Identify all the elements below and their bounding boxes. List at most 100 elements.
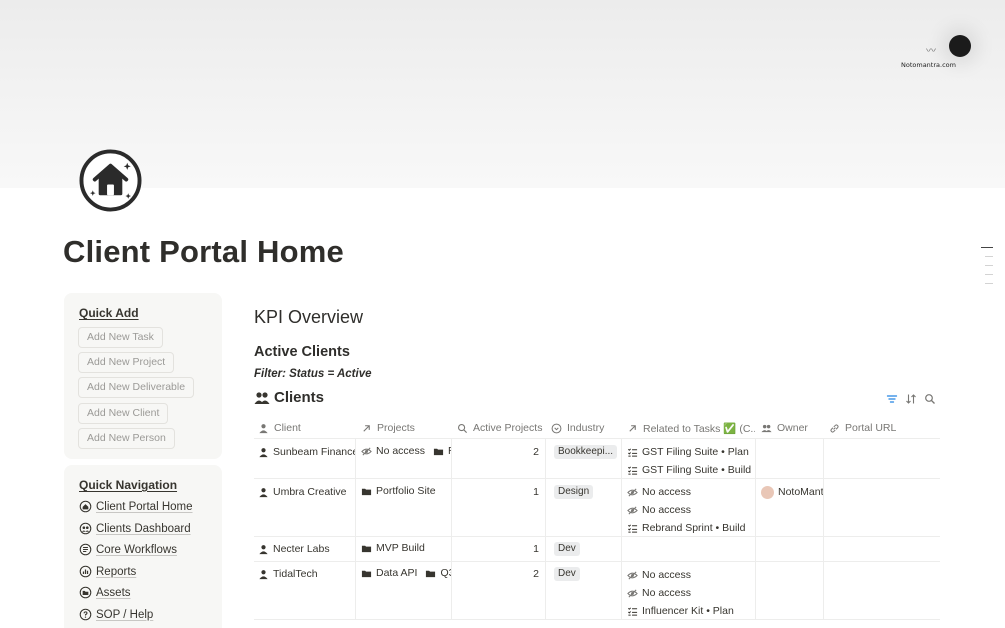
house-icon[interactable]	[79, 149, 142, 212]
quick-add-heading: Quick Add	[79, 306, 139, 320]
logo-dot	[949, 35, 971, 57]
cell-portal-url[interactable]	[823, 562, 940, 619]
filter-note: Filter: Status = Active	[254, 368, 372, 380]
column-header-projects[interactable]: Projects	[361, 417, 455, 439]
cell-active-projects: 1	[533, 543, 539, 555]
eye-slash-icon	[627, 487, 638, 497]
table-row[interactable]: Necter Labs MVP Build 1 Dev	[254, 537, 940, 562]
cell-related-tasks[interactable]: GST Filing Suite • Plan GST Filing Suite…	[627, 439, 755, 478]
folder-icon	[361, 570, 372, 577]
cell-owner[interactable]	[755, 439, 823, 478]
nav-label: Client Portal Home	[96, 500, 193, 513]
nav-client-portal-home[interactable]: Client Portal Home	[79, 498, 193, 515]
cell-owner[interactable]	[755, 562, 823, 619]
cell-client[interactable]: Sunbeam Finance	[258, 439, 355, 478]
kpi-overview-heading: KPI Overview	[254, 307, 364, 327]
person-icon	[259, 544, 268, 554]
cell-projects[interactable]: Portfolio Site	[361, 479, 451, 536]
quick-navigation-heading: Quick Navigation	[79, 478, 178, 492]
nav-clients-dashboard[interactable]: Clients Dashboard	[79, 520, 191, 537]
database-title-label: Clients	[274, 389, 325, 406]
industry-tag: Dev	[554, 567, 580, 581]
column-header-portal-url[interactable]: Portal URL	[829, 417, 937, 439]
brand-logo: 〰 Notomantra.com	[898, 30, 978, 72]
page-title: Client Portal Home	[63, 234, 344, 269]
cell-owner[interactable]	[755, 537, 823, 561]
cell-industry[interactable]: Design	[554, 479, 620, 536]
checklist-icon	[628, 447, 638, 457]
clients-table: Client Projects Active Projects Industry…	[254, 417, 940, 620]
quick-add-panel: Quick Add Add New Task Add New Project A…	[64, 293, 222, 459]
arrow-up-right-icon	[629, 424, 636, 432]
cell-related-tasks[interactable]	[627, 537, 755, 561]
arrow-up-right-icon	[363, 424, 370, 432]
person-icon	[259, 487, 268, 497]
eye-slash-icon	[627, 505, 638, 515]
cell-client[interactable]: Necter Labs	[258, 537, 355, 561]
industry-tag: Design	[554, 485, 594, 499]
table-row[interactable]: TidalTech Data API Q3 2 Dev No access No…	[254, 562, 940, 620]
person-icon	[259, 423, 268, 433]
cell-client[interactable]: Umbra Creative	[258, 479, 355, 536]
column-header-related-tasks[interactable]: Related to Tasks ✅ (C...	[627, 417, 755, 439]
nav-reports[interactable]: Reports	[79, 563, 136, 580]
cell-portal-url[interactable]	[823, 439, 940, 478]
people-icon	[79, 522, 92, 535]
add-new-project-button[interactable]: Add New Project	[78, 352, 175, 373]
wave-icon: 〰	[926, 46, 936, 57]
column-header-active-projects[interactable]: Active Projects	[457, 417, 549, 439]
table-of-contents-minimap[interactable]	[981, 247, 993, 292]
industry-tag: Bookkeepi...	[554, 445, 618, 459]
cell-owner[interactable]: NotoMantr	[761, 479, 823, 536]
search-icon	[458, 423, 468, 433]
nav-label: Reports	[96, 565, 137, 578]
column-header-owner[interactable]: Owner	[761, 417, 825, 439]
table-row[interactable]: Umbra Creative Portfolio Site 1 Design N…	[254, 479, 940, 537]
people-icon	[254, 391, 270, 404]
cell-related-tasks[interactable]: No access No access Rebrand Sprint • Bui…	[627, 479, 755, 536]
nav-core-workflows[interactable]: Core Workflows	[79, 541, 177, 558]
quick-navigation-panel: Quick Navigation Client Portal Home Clie…	[64, 465, 222, 628]
table-row[interactable]: Sunbeam Finance No access R 2 Bookkeepi.…	[254, 439, 940, 479]
avatar	[761, 485, 774, 499]
eye-slash-icon	[361, 446, 372, 456]
cell-portal-url[interactable]	[823, 537, 940, 561]
workflow-icon	[79, 543, 92, 556]
filter-icon[interactable]	[886, 393, 898, 405]
cell-portal-url[interactable]	[823, 479, 940, 536]
industry-tag: Dev	[554, 542, 580, 556]
column-header-industry[interactable]: Industry	[551, 417, 623, 439]
checklist-icon	[628, 606, 638, 616]
cell-client[interactable]: TidalTech	[258, 562, 355, 619]
brand-name: Notomantra.com	[901, 61, 956, 69]
select-icon	[551, 423, 562, 433]
add-new-task-button[interactable]: Add New Task	[78, 327, 163, 348]
people-icon	[761, 424, 772, 432]
active-clients-heading: Active Clients	[254, 344, 350, 360]
nav-assets[interactable]: Assets	[79, 584, 131, 601]
add-new-person-button[interactable]: Add New Person	[78, 428, 175, 449]
eye-slash-icon	[627, 588, 638, 598]
add-new-deliverable-button[interactable]: Add New Deliverable	[78, 377, 195, 398]
folder-icon	[433, 448, 444, 455]
nav-label: Core Workflows	[96, 543, 177, 556]
cell-active-projects: 2	[533, 446, 539, 458]
folder-icon	[361, 488, 372, 495]
cell-industry[interactable]: Dev	[554, 562, 620, 619]
search-icon[interactable]	[924, 393, 936, 405]
cell-projects[interactable]: No access R	[361, 439, 451, 478]
cell-projects[interactable]: MVP Build	[361, 537, 451, 561]
folder-icon	[79, 586, 92, 599]
cell-industry[interactable]: Dev	[554, 537, 620, 561]
cell-industry[interactable]: Bookkeepi...	[554, 439, 620, 478]
cell-projects[interactable]: Data API Q3	[361, 562, 451, 619]
column-header-client[interactable]: Client	[258, 417, 354, 439]
checklist-icon	[628, 523, 638, 533]
database-title[interactable]: Clients	[254, 389, 324, 406]
nav-label: SOP / Help	[96, 608, 154, 621]
nav-sop-help[interactable]: SOP / Help	[79, 606, 153, 623]
house-icon	[79, 500, 92, 513]
cell-related-tasks[interactable]: No access No access Influencer Kit • Pla…	[627, 562, 755, 619]
add-new-client-button[interactable]: Add New Client	[78, 403, 169, 424]
sort-icon[interactable]	[905, 393, 917, 405]
